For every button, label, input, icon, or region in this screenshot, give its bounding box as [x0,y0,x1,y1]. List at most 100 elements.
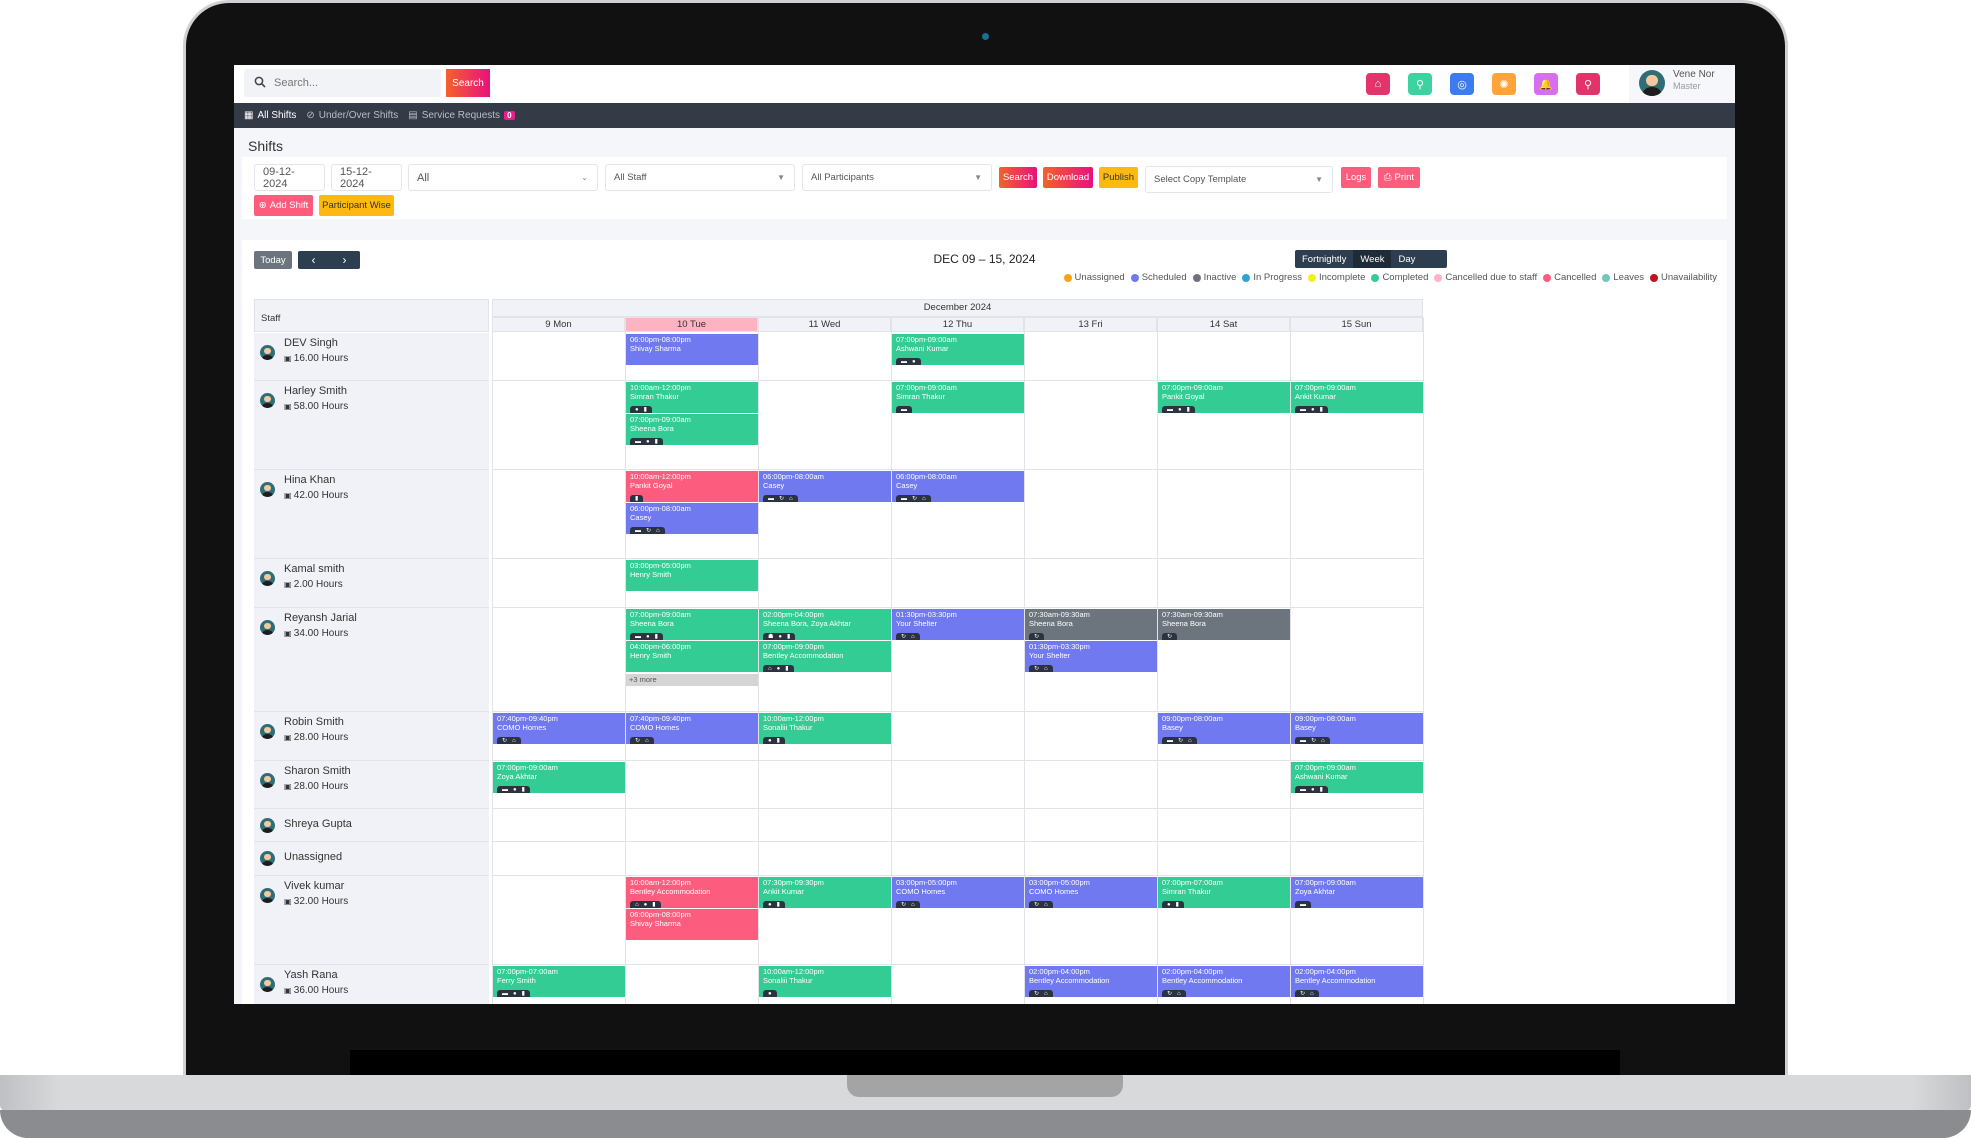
home-button[interactable]: ⌂ [1366,73,1390,95]
search-input[interactable] [274,74,434,92]
staff-hours: ▣ 2.00 Hours [284,579,343,590]
staff-row[interactable]: Harley Smith ▣ 58.00 Hours [254,381,489,470]
shift-card[interactable]: 10:00am-12:00pm Sonaliii Thakur ● [759,966,891,997]
logs-button[interactable]: Logs [1341,167,1371,188]
caret-down-icon: ▼ [1315,175,1323,184]
staff-row[interactable]: Shreya Gupta [254,809,489,842]
shift-card[interactable]: 06:00pm-08:00am Casey ▬ ↻ ⌂ [626,503,758,534]
shift-card[interactable]: 07:30pm-09:30pm Ankit Kumar ● ▮ [759,877,891,908]
end-date-input[interactable]: 15-12-2024 [331,164,402,191]
view-fortnightly[interactable]: Fortnightly [1295,250,1353,268]
bell-button[interactable]: 🔔 [1534,73,1558,95]
home-icon: ⌂ [911,634,915,640]
shift-card[interactable]: 09:00pm-08:00am Basey ▬ ↻ ⌂ [1158,713,1290,744]
shift-time: 04:00pm-06:00pm [630,642,691,651]
shift-card[interactable]: 02:00pm-04:00pm Sheena Bora, Zoya Akhtar ☗… [759,609,891,640]
shift-card[interactable]: 07:00pm-09:00am Zoya Akhtar ▬ ● ▮ [493,762,625,793]
shift-time: 10:00am-12:00pm [763,714,824,723]
shift-card[interactable]: 02:00pm-04:00pm Bentley Accommodation ↻ ⌂ [1158,966,1290,997]
shift-card[interactable]: 10:00am-12:00pm Bentley Accommodation ⌂ ● ▮ [626,877,758,908]
location-button[interactable]: ⚲ [1408,73,1432,95]
global-search-button[interactable]: Search [446,69,490,97]
shift-card[interactable]: 07:00pm-09:00am Ashwani Kumar ▬ ● [892,334,1024,365]
staff-row[interactable]: Reyansh Jarial ▣ 34.00 Hours [254,608,489,712]
publish-button[interactable]: Publish [1099,167,1138,188]
shift-card[interactable]: 07:00pm-09:00am Pankit Goyal ▬ ● ▮ [1158,382,1290,413]
shift-time: 02:00pm-04:00pm [1162,967,1223,976]
legend-label: Cancelled [1554,272,1597,283]
nav-under-over-shifts[interactable]: ⊘ Under/Over Shifts [306,110,398,121]
status-select[interactable]: All ⌄ [408,164,598,191]
staff-row[interactable]: Sharon Smith ▣ 28.00 Hours [254,761,489,809]
gear-button[interactable]: ✺ [1492,73,1516,95]
shift-card[interactable]: 03:00pm-05:00pm Henry Smith [626,560,758,591]
add-shift-button[interactable]: ⊕ Add Shift [254,195,313,216]
staff-row-cells [492,761,1423,809]
staff-row[interactable]: Yash Rana ▣ 36.00 Hours [254,965,489,1004]
shift-card[interactable]: 04:00pm-06:00pm Henry Smith [626,641,758,672]
staff-row[interactable]: Hina Khan ▣ 42.00 Hours [254,470,489,559]
shift-card[interactable]: 10:00am-12:00pm Simran Thakur ● ▮ [626,382,758,413]
staff-row[interactable]: Unassigned [254,842,489,876]
shift-card[interactable]: 07:00pm-07:00am Ferry Smith ▬ ● ▮ [493,966,625,997]
shift-card[interactable]: 07:40pm-09:40pm COMO Homes ↻ ⌂ [493,713,625,744]
start-date-input[interactable]: 09-12-2024 [254,164,325,191]
lifebuoy-button[interactable]: ◎ [1450,73,1474,95]
copy-template-select[interactable]: Select Copy Template ▼ [1145,166,1333,193]
shift-card[interactable]: 01:30pm-03:30pm Your Shelter ↻ ⌂ [1025,641,1157,672]
nav-service-requests[interactable]: ▤ Service Requests 0 [408,110,515,121]
view-week[interactable]: Week [1353,250,1392,268]
staff-row[interactable]: Robin Smith ▣ 28.00 Hours [254,712,489,761]
shift-card[interactable]: 10:00am-12:00pm Pankit Goyal ▮ [626,471,758,502]
shift-card[interactable]: 03:00pm-05:00pm COMO Homes ↻ ⌂ [1025,877,1157,908]
shift-card[interactable]: 06:00pm-08:00am Casey ▬ ↻ ⌂ [892,471,1024,502]
calendar-clock-icon: ▣ [284,629,294,638]
view-day[interactable]: Day [1391,250,1422,268]
participant-wise-button[interactable]: Participant Wise [319,195,394,216]
shift-time: 07:30am-09:30am [1162,610,1223,619]
shift-card[interactable]: 10:00am-12:00pm Sonaliii Thakur ● ▮ [759,713,891,744]
shift-card[interactable]: 02:00pm-04:00pm Bentley Accommodation ↻ ⌂ [1291,966,1423,997]
staff-row[interactable]: Kamal smith ▣ 2.00 Hours [254,559,489,608]
nav-all-shifts[interactable]: ▦ All Shifts [244,110,296,121]
shift-card[interactable]: 07:00pm-07:00am Simran Thakur ● ▮ [1158,877,1290,908]
shift-card[interactable]: 02:00pm-04:00pm Bentley Accommodation ↻ ⌂ [1025,966,1157,997]
more-shifts-link[interactable]: +3 more [626,674,758,686]
shift-time: 07:40pm-09:40pm [630,714,691,723]
shift-card[interactable]: 07:00pm-09:00am Simran Thakur ▬ [892,382,1024,413]
shift-card[interactable]: 07:30am-09:30am Sheena Bora ↻ [1158,609,1290,640]
shift-card[interactable]: 06:00pm-08:00am Casey ▬ ↻ ⌂ [759,471,891,502]
plus-circle-icon: ⊕ [258,200,267,211]
filter-search-button[interactable]: Search [999,167,1037,188]
add-shift-label: Add Shift [269,200,309,211]
print-button[interactable]: ⎙ Print [1378,167,1420,188]
shift-time: 10:00am-12:00pm [763,967,824,976]
shift-card[interactable]: 06:00pm-08:00pm Shivay Sharma [626,909,758,940]
user-profile[interactable]: Vene Nor Master [1629,65,1735,103]
shift-card[interactable]: 07:00pm-09:00am Sheena Bora ▬ ● ▮ [626,609,758,640]
shift-card[interactable]: 07:00pm-09:00am Ankit Kumar ▬ ● ▮ [1291,382,1423,413]
shift-card[interactable]: 07:00pm-09:00am Zoya Akhtar ▬ [1291,877,1423,908]
shift-time: 10:00am-12:00pm [630,383,691,392]
staff-avatar [260,571,275,586]
map-pin-button[interactable]: ⚲ [1576,73,1600,95]
shift-card[interactable]: 07:00pm-09:00am Sheena Bora ▬ ● ▮ [626,414,758,445]
calendar-clock-icon: ▣ [284,491,294,500]
staff-row[interactable]: Vivek kumar ▣ 32.00 Hours [254,876,489,965]
bed-icon: ▬ [635,634,641,640]
day-header: 10 Tue [625,317,758,332]
download-button[interactable]: Download [1043,167,1093,188]
global-search [244,69,441,97]
shift-card[interactable]: 01:30pm-03:30pm Your Shelter ↻ ⌂ [892,609,1024,640]
shift-card[interactable]: 07:40pm-09:40pm COMO Homes ↻ ⌂ [626,713,758,744]
staff-select[interactable]: All Staff ▼ [605,164,795,191]
shift-card[interactable]: 07:00pm-09:00pm Bentley Accommodation ⌂ ● ▮ [759,641,891,672]
shift-card[interactable]: 07:30am-09:30am Sheena Bora ↻ [1025,609,1157,640]
check-badge-icon: ● [768,738,772,744]
participants-select[interactable]: All Participants ▼ [802,164,992,191]
staff-row[interactable]: DEV Singh ▣ 16.00 Hours [254,333,489,381]
shift-card[interactable]: 09:00pm-08:00am Basey ▬ ↻ ⌂ [1291,713,1423,744]
shift-card[interactable]: 06:00pm-08:00pm Shivay Sharma [626,334,758,365]
shift-card[interactable]: 07:00pm-09:00am Ashwani Kumar ▬ ● ▮ [1291,762,1423,793]
shift-card[interactable]: 03:00pm-05:00pm COMO Homes ↻ ⌂ [892,877,1024,908]
